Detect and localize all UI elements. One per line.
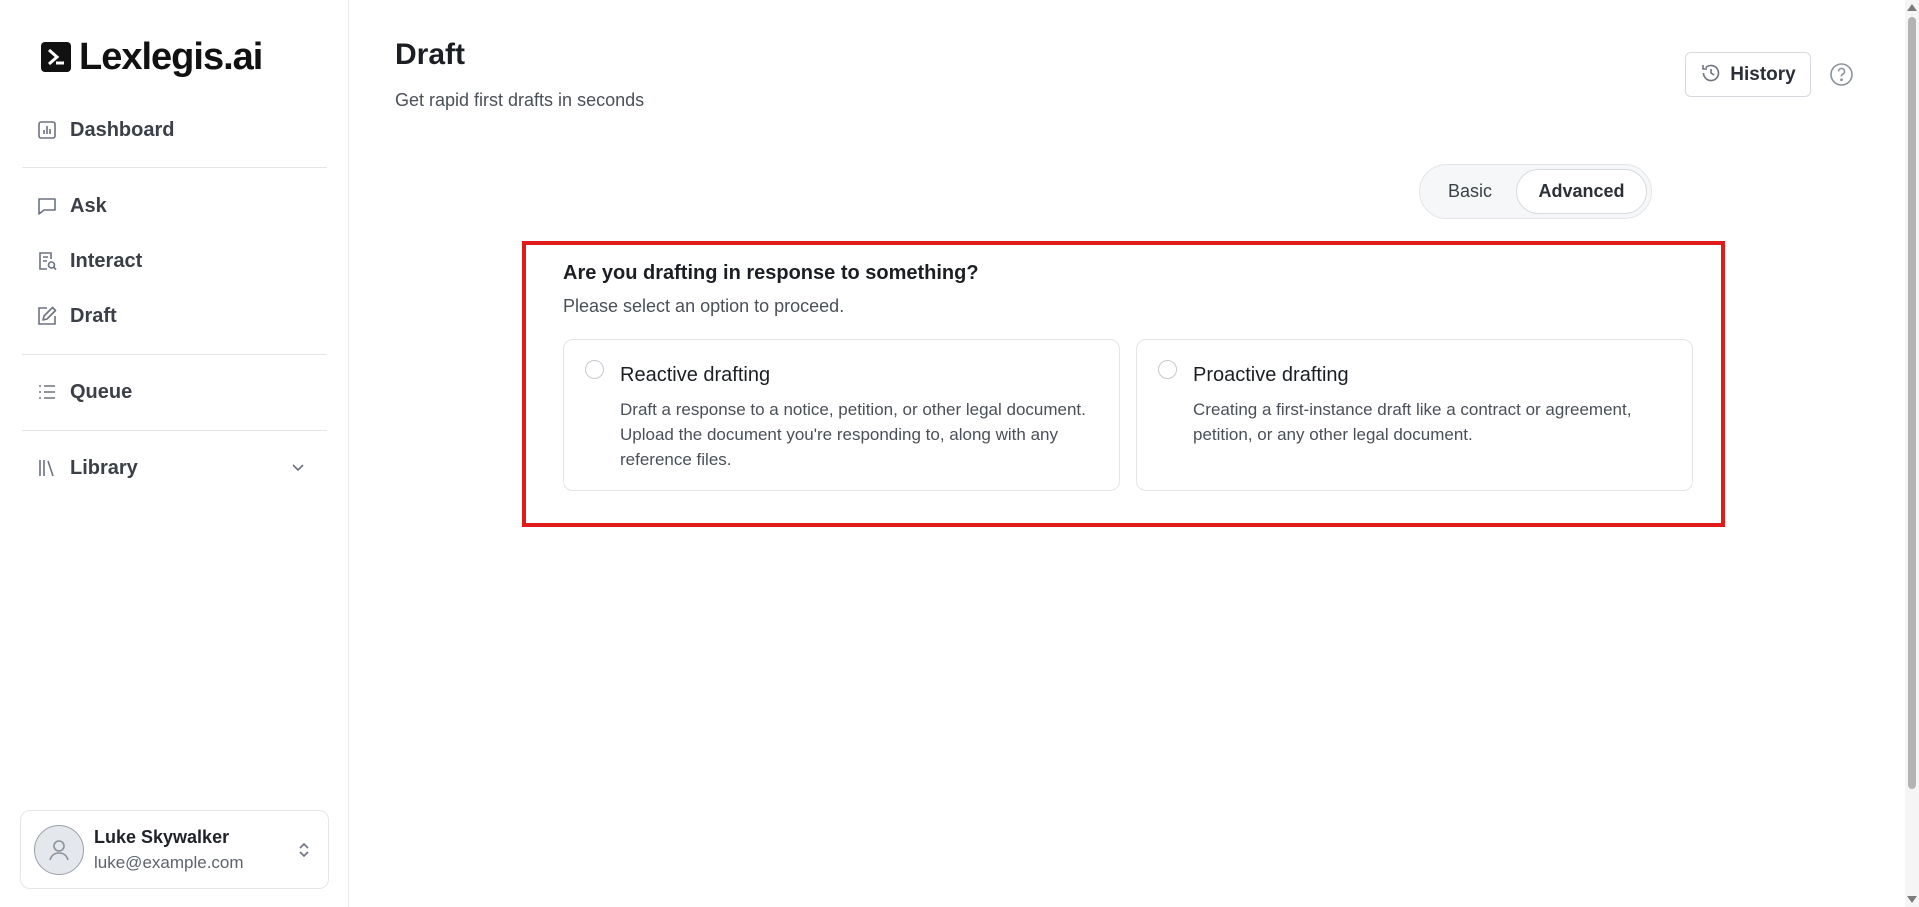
sidebar: Lexlegis.ai Dashboard Ask Interact Draft… xyxy=(0,0,349,907)
user-name: Luke Skywalker xyxy=(94,826,230,847)
page-subtitle: Get rapid first drafts in seconds xyxy=(395,90,645,110)
sidebar-item-label: Ask xyxy=(70,194,107,217)
option-proactive-drafting[interactable]: Proactive drafting Creating a first-inst… xyxy=(1136,339,1693,491)
list-icon xyxy=(36,381,58,403)
radio-button[interactable] xyxy=(585,360,604,379)
avatar xyxy=(34,824,84,875)
option-title: Proactive drafting xyxy=(1193,364,1349,386)
question-title: Are you drafting in response to somethin… xyxy=(563,262,979,284)
sidebar-item-label: Draft xyxy=(70,304,117,327)
document-search-icon xyxy=(36,250,58,272)
sidebar-item-interact[interactable]: Interact xyxy=(34,244,324,278)
sidebar-item-queue[interactable]: Queue xyxy=(34,375,324,409)
scroll-up-arrow[interactable] xyxy=(1907,4,1917,11)
sidebar-item-label: Queue xyxy=(70,380,133,403)
chevron-up-down-icon[interactable] xyxy=(296,840,312,865)
option-description: Creating a first-instance draft like a c… xyxy=(1193,400,1632,444)
history-icon xyxy=(1700,62,1722,87)
history-button[interactable]: History xyxy=(1685,52,1811,97)
chart-icon xyxy=(36,119,58,141)
sidebar-divider xyxy=(22,167,327,168)
option-description: Draft a response to a notice, petition, … xyxy=(620,400,1086,469)
sidebar-item-draft[interactable]: Draft xyxy=(34,299,324,333)
tab-advanced[interactable]: Advanced xyxy=(1516,169,1647,214)
sidebar-item-label: Library xyxy=(70,456,138,479)
sidebar-item-library[interactable]: Library xyxy=(34,451,324,485)
scrollbar[interactable] xyxy=(1905,0,1919,907)
message-icon xyxy=(36,195,58,217)
sidebar-item-dashboard[interactable]: Dashboard xyxy=(34,113,324,147)
logo-icon xyxy=(41,42,71,72)
sidebar-item-ask[interactable]: Ask xyxy=(34,189,324,223)
edit-icon xyxy=(36,305,58,327)
question-subtitle: Please select an option to proceed. xyxy=(563,296,845,316)
user-email: luke@example.com xyxy=(94,852,244,872)
app-logo[interactable]: Lexlegis.ai xyxy=(41,36,263,78)
user-menu[interactable]: Luke Skywalker luke@example.com xyxy=(20,810,329,889)
option-reactive-drafting[interactable]: Reactive drafting Draft a response to a … xyxy=(563,339,1120,491)
scroll-down-arrow[interactable] xyxy=(1907,896,1917,903)
page-title: Draft xyxy=(395,38,466,71)
scroll-thumb[interactable] xyxy=(1908,17,1916,789)
mode-toggle: Basic Advanced xyxy=(1419,164,1652,219)
sidebar-divider xyxy=(22,354,327,355)
sidebar-item-label: Interact xyxy=(70,249,143,272)
logo-text: Lexlegis.ai xyxy=(79,36,263,78)
sidebar-item-label: Dashboard xyxy=(70,118,175,141)
option-title: Reactive drafting xyxy=(620,364,771,386)
help-icon[interactable] xyxy=(1829,62,1854,92)
radio-button[interactable] xyxy=(1158,360,1177,379)
sidebar-divider xyxy=(22,430,327,431)
library-icon xyxy=(36,457,58,479)
history-label: History xyxy=(1730,63,1796,85)
tab-basic[interactable]: Basic xyxy=(1424,169,1516,214)
chevron-down-icon[interactable] xyxy=(290,459,306,480)
